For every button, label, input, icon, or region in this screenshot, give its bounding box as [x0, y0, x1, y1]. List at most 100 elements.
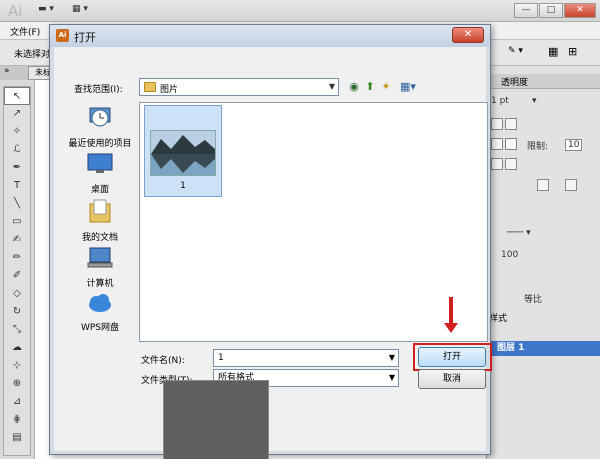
look-in-select[interactable]: 图片 ▼	[139, 78, 339, 96]
stroke-weight[interactable]: 1 pt	[491, 96, 509, 106]
look-in-label: 查找范围(I):	[74, 85, 123, 95]
cloud-icon	[89, 294, 111, 312]
view-menu-icon[interactable]: ▦▾	[397, 79, 419, 95]
app-titlebar: Ai ▬ ▾ ▦ ▾ — □ ✕	[0, 0, 600, 22]
dialog-title: 打开	[74, 31, 96, 44]
back-icon[interactable]: ◉	[347, 79, 361, 95]
place-wps-cloud[interactable]: WPS网盘	[62, 292, 138, 333]
ai-app-icon: Ai	[56, 29, 69, 42]
dialog-titlebar: Ai 打开 ✕	[50, 25, 490, 47]
rotate-tool-icon[interactable]: ↻	[4, 303, 30, 321]
cap-round-icon[interactable]	[505, 118, 517, 130]
minimize-button[interactable]: —	[514, 3, 538, 18]
close-button[interactable]: ✕	[564, 3, 596, 18]
free-transform-tool-icon[interactable]: ⊹	[4, 357, 30, 375]
rectangle-tool-icon[interactable]: ▭	[4, 213, 30, 231]
place-recent[interactable]: 最近使用的项目	[62, 104, 138, 149]
selection-status: 未选择对	[14, 50, 51, 60]
file-name-value: 1	[218, 353, 224, 363]
blob-brush-tool-icon[interactable]: ✐	[4, 267, 30, 285]
place-label: WPS网盘	[80, 323, 120, 333]
magic-wand-tool-icon[interactable]: ✧	[4, 123, 30, 141]
shape-builder-tool-icon[interactable]: ⊕	[4, 375, 30, 393]
desktop-icon	[87, 153, 113, 173]
pen-tool-icon[interactable]: ✒	[4, 159, 30, 177]
recent-items-icon	[89, 107, 111, 127]
dash-preserve-icon[interactable]	[537, 179, 549, 191]
dash-align-icon[interactable]	[565, 179, 577, 191]
limit-input[interactable]: 10	[565, 139, 583, 151]
tools-panel: ↖ ↗ ✧ ℒ ✒ T ╲ ▭ ✍ ✏ ✐ ◇ ↻ ⤡ ☁ ⊹ ⊕ ⊿ ⋕ ▤	[3, 86, 31, 456]
file-name-input[interactable]: 1 ▼	[213, 349, 399, 367]
open-dialog: Ai 打开 ✕ 查找范围(I): 图片 ▼ ◉ ⬆ ✦ ▦▾ 最近使用的项目 桌…	[49, 24, 492, 459]
line-tool-icon[interactable]: ╲	[4, 195, 30, 213]
limit-label: 限制:	[527, 142, 549, 152]
preview-pane	[163, 380, 269, 459]
cap-butt-icon[interactable]	[491, 118, 503, 130]
lasso-tool-icon[interactable]: ℒ	[4, 141, 30, 159]
annotation-arrow-shaft	[449, 297, 453, 325]
place-desktop[interactable]: 桌面	[62, 152, 138, 195]
new-folder-icon[interactable]: ✦	[379, 79, 393, 95]
gradient-tool-icon[interactable]: ▤	[4, 429, 30, 447]
places-bar: 最近使用的项目 桌面 我的文档 计算机 WPS网盘	[62, 102, 138, 360]
place-computer[interactable]: 计算机	[62, 246, 138, 289]
type-tool-icon[interactable]: T	[4, 177, 30, 195]
look-in-value: 图片	[160, 85, 179, 95]
layer-row[interactable]: 图层 1	[487, 341, 600, 356]
menu-file[interactable]: 文件(F)	[10, 25, 40, 38]
image-thumbnail	[150, 130, 216, 176]
transform-icon[interactable]: ⊞	[568, 45, 577, 58]
chevron-down-icon: ▼	[388, 353, 395, 362]
eraser-tool-icon[interactable]: ◇	[4, 285, 30, 303]
file-item[interactable]: 1	[144, 105, 222, 197]
folder-icon	[144, 82, 156, 92]
join-round-icon[interactable]	[505, 138, 517, 150]
ratio-label: 等比	[524, 295, 543, 305]
workspace-icon[interactable]: ▦ ▾	[72, 4, 88, 18]
collapse-icon[interactable]: »	[4, 66, 10, 76]
grid-icon[interactable]: ▦	[548, 45, 558, 58]
stroke-profile[interactable]: ─── ▾	[507, 228, 531, 238]
arrange-icon[interactable]: ▬ ▾	[38, 4, 54, 18]
pencil-tool-icon[interactable]: ✏	[4, 249, 30, 267]
transparency-tab[interactable]: 透明度	[501, 75, 528, 88]
opacity-value[interactable]: 100	[501, 250, 518, 260]
style-icon[interactable]: ✎ ▾	[508, 46, 523, 56]
place-label: 我的文档	[81, 233, 118, 243]
chevron-down-icon: ▼	[388, 373, 395, 382]
place-label: 最近使用的项目	[68, 139, 132, 149]
stroke-weight-dropdown-icon[interactable]: ▾	[532, 96, 537, 106]
open-button[interactable]: 打开	[418, 347, 486, 367]
warp-tool-icon[interactable]: ☁	[4, 339, 30, 357]
perspective-tool-icon[interactable]: ⊿	[4, 393, 30, 411]
window-controls: — □ ✕	[514, 3, 596, 18]
chevron-down-icon: ▼	[328, 82, 335, 91]
cancel-button[interactable]: 取消	[418, 369, 486, 389]
file-list[interactable]: 1	[139, 102, 488, 342]
maximize-button[interactable]: □	[539, 3, 563, 18]
scale-tool-icon[interactable]: ⤡	[4, 321, 30, 339]
direct-selection-tool-icon[interactable]: ↗	[4, 105, 30, 123]
place-label: 计算机	[86, 279, 114, 289]
ai-logo: Ai	[8, 2, 23, 20]
layer-name: 图层 1	[497, 343, 525, 353]
paintbrush-tool-icon[interactable]: ✍	[4, 231, 30, 249]
place-label: 桌面	[90, 185, 109, 195]
right-panels: 透明度 1 pt ▾ 限制: 10 ─── ▾ 100 等比 样式 图层 1	[486, 66, 600, 459]
panel-section-label: 样式	[489, 314, 508, 324]
mesh-tool-icon[interactable]: ⋕	[4, 411, 30, 429]
documents-icon	[89, 199, 111, 223]
place-documents[interactable]: 我的文档	[62, 198, 138, 243]
align-center-icon[interactable]	[491, 158, 503, 170]
join-miter-icon[interactable]	[491, 138, 503, 150]
dialog-body: 查找范围(I): 图片 ▼ ◉ ⬆ ✦ ▦▾ 最近使用的项目 桌面 我的文档 计…	[54, 47, 492, 459]
up-folder-icon[interactable]: ⬆	[363, 79, 377, 95]
panel-tabs: 透明度	[487, 74, 600, 89]
align-inside-icon[interactable]	[505, 158, 517, 170]
computer-icon	[87, 247, 113, 268]
file-name: 1	[180, 181, 186, 191]
annotation-arrow-head	[444, 323, 458, 333]
dialog-close-button[interactable]: ✕	[452, 27, 484, 43]
selection-tool-icon[interactable]: ↖	[4, 87, 30, 105]
